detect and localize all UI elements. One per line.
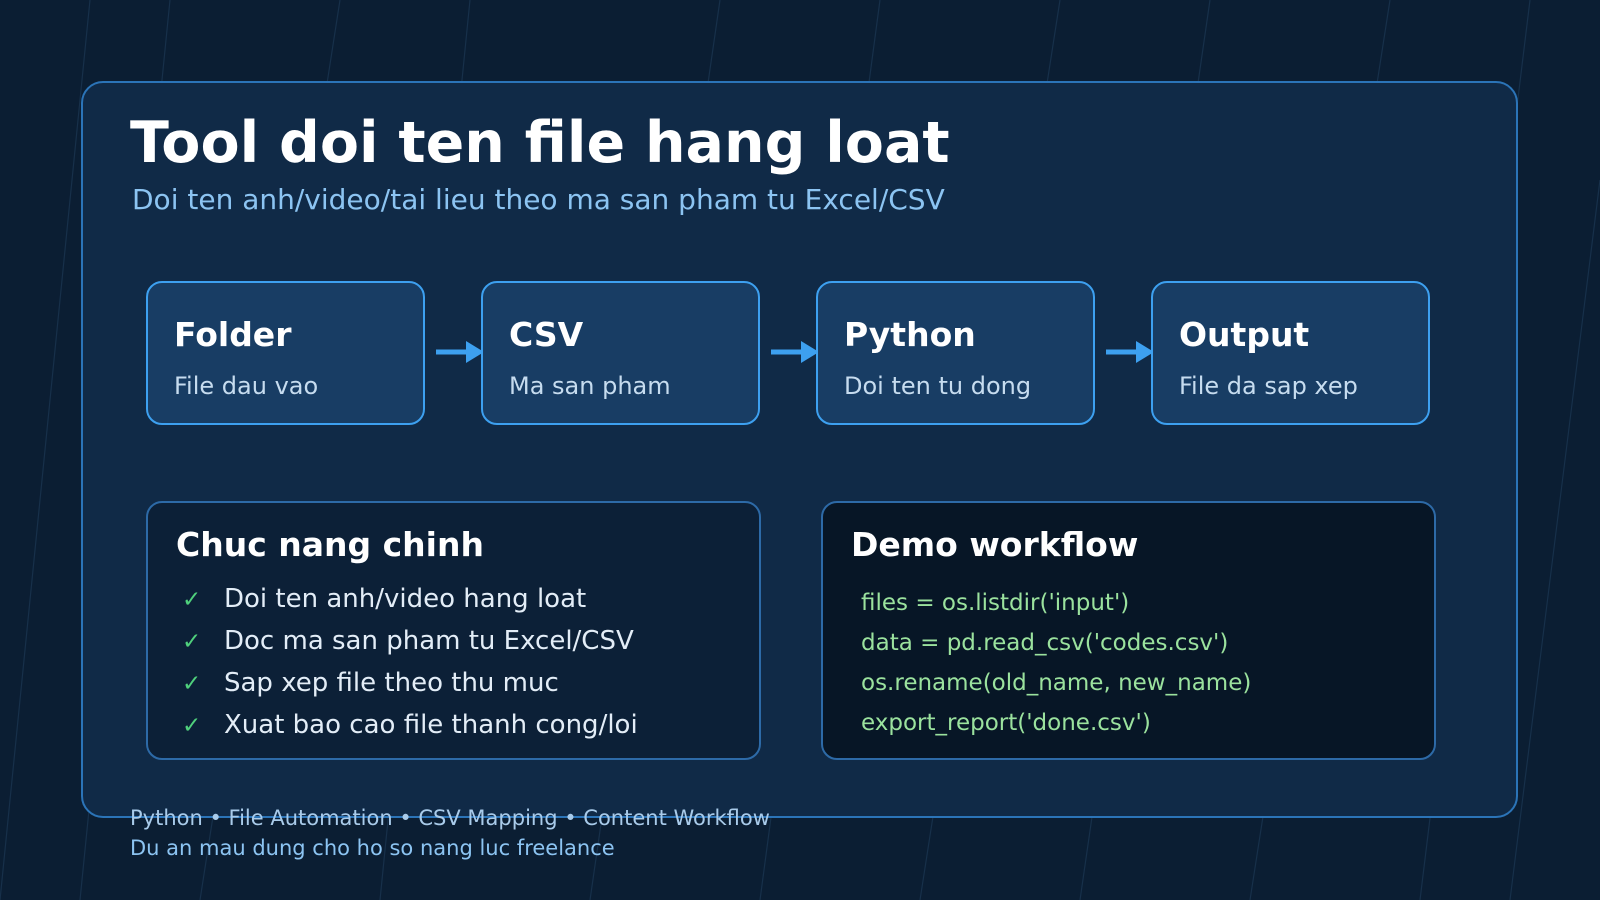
footer-tags: Python • File Automation • CSV Mapping •… — [130, 806, 770, 830]
feature-item: ✓ Sap xep file theo thu muc — [182, 669, 638, 711]
check-icon: ✓ — [182, 587, 202, 613]
step-description: Doi ten tu dong — [844, 372, 1032, 400]
feature-label: Doc ma san pham tu Excel/CSV — [224, 626, 634, 656]
check-icon: ✓ — [182, 713, 202, 739]
feature-label: Doi ten anh/video hang loat — [224, 584, 587, 614]
features-panel: Chuc nang chinh ✓ Doi ten anh/video hang … — [146, 501, 761, 760]
step-description: Ma san pham — [509, 372, 671, 400]
page-title: Tool doi ten file hang loat — [130, 110, 950, 176]
demo-title: Demo workflow — [851, 525, 1139, 564]
step-title: Folder — [174, 315, 292, 354]
arrow-right-icon — [1106, 341, 1154, 363]
code-block: files = os.listdir('input') data = pd.re… — [861, 590, 1252, 751]
code-line: export_report('done.csv') — [861, 710, 1151, 736]
footer-note: Du an mau dung cho ho so nang luc freela… — [130, 836, 615, 860]
flow-step-output: Output File da sap xep — [1151, 281, 1430, 425]
feature-item: ✓ Doc ma san pham tu Excel/CSV — [182, 627, 638, 669]
feature-item: ✓ Doi ten anh/video hang loat — [182, 585, 638, 627]
step-title: Output — [1179, 315, 1310, 354]
feature-label: Sap xep file theo thu muc — [224, 668, 559, 698]
code-line: os.rename(old_name, new_name) — [861, 670, 1252, 696]
code-line: files = os.listdir('input') — [861, 590, 1130, 616]
code-line: data = pd.read_csv('codes.csv') — [861, 630, 1229, 656]
features-title: Chuc nang chinh — [176, 525, 484, 564]
check-icon: ✓ — [182, 671, 202, 697]
step-title: CSV — [509, 315, 584, 354]
feature-item: ✓ Xuat bao cao file thanh cong/loi — [182, 711, 638, 753]
step-description: File dau vao — [174, 372, 319, 400]
flow-step-csv: CSV Ma san pham — [481, 281, 760, 425]
feature-list: ✓ Doi ten anh/video hang loat ✓ Doc ma san… — [182, 585, 638, 753]
page-subtitle: Doi ten anh/video/tai lieu theo ma san p… — [132, 183, 945, 216]
feature-label: Xuat bao cao file thanh cong/loi — [224, 710, 638, 740]
check-icon: ✓ — [182, 629, 202, 655]
flow-step-python: Python Doi ten tu dong — [816, 281, 1095, 425]
demo-panel: Demo workflow files = os.listdir('input'… — [821, 501, 1436, 760]
step-description: File da sap xep — [1179, 372, 1358, 400]
arrow-right-icon — [771, 341, 819, 363]
arrow-right-icon — [436, 341, 484, 363]
flow-step-folder: Folder File dau vao — [146, 281, 425, 425]
step-title: Python — [844, 315, 976, 354]
